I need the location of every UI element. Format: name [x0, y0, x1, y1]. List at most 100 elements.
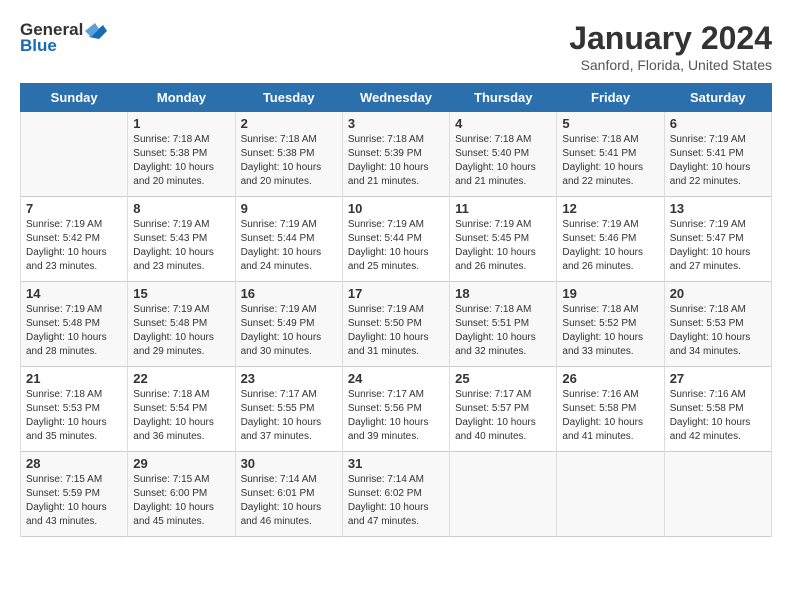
calendar-header-row: Sunday Monday Tuesday Wednesday Thursday… [21, 84, 772, 112]
logo-icon [85, 21, 107, 39]
logo-text-blue: Blue [20, 36, 57, 56]
day-number: 22 [133, 371, 229, 386]
day-content: Sunrise: 7:18 AM Sunset: 5:54 PM Dayligh… [133, 388, 229, 444]
month-year-title: January 2024 [569, 20, 772, 57]
col-thursday: Thursday [450, 84, 557, 112]
table-row: 6 Sunrise: 7:19 AM Sunset: 5:41 PM Daylig… [664, 112, 771, 197]
table-row: 27 Sunrise: 7:16 AM Sunset: 5:58 PM Dayli… [664, 367, 771, 452]
day-number: 24 [348, 371, 444, 386]
day-number: 16 [241, 286, 337, 301]
location-subtitle: Sanford, Florida, United States [569, 57, 772, 73]
col-friday: Friday [557, 84, 664, 112]
day-number: 20 [670, 286, 766, 301]
table-row: 31Sunrise: 7:14 AM Sunset: 6:02 PM Dayli… [342, 452, 449, 537]
day-number: 11 [455, 201, 551, 216]
table-row: 22 Sunrise: 7:18 AM Sunset: 5:54 PM Dayli… [128, 367, 235, 452]
day-number: 25 [455, 371, 551, 386]
table-row [21, 112, 128, 197]
table-row: 23Sunrise: 7:17 AM Sunset: 5:55 PM Dayli… [235, 367, 342, 452]
calendar-week-row: 14Sunrise: 7:19 AM Sunset: 5:48 PM Dayli… [21, 282, 772, 367]
day-number: 21 [26, 371, 122, 386]
day-content: Sunrise: 7:18 AM Sunset: 5:40 PM Dayligh… [455, 133, 551, 189]
day-content: Sunrise: 7:19 AM Sunset: 5:48 PM Dayligh… [133, 303, 229, 359]
day-content: Sunrise: 7:15 AM Sunset: 6:00 PM Dayligh… [133, 473, 229, 529]
table-row: 25 Sunrise: 7:17 AM Sunset: 5:57 PM Dayli… [450, 367, 557, 452]
day-content: Sunrise: 7:14 AM Sunset: 6:01 PM Dayligh… [241, 473, 337, 529]
day-content: Sunrise: 7:19 AM Sunset: 5:50 PM Dayligh… [348, 303, 444, 359]
table-row: 3Sunrise: 7:18 AM Sunset: 5:39 PM Daylig… [342, 112, 449, 197]
day-number: 23 [241, 371, 337, 386]
day-number: 31 [348, 456, 444, 471]
day-number: 28 [26, 456, 122, 471]
table-row: 21 Sunrise: 7:18 AM Sunset: 5:53 PM Dayli… [21, 367, 128, 452]
day-content: Sunrise: 7:19 AM Sunset: 5:46 PM Dayligh… [562, 218, 658, 274]
col-monday: Monday [128, 84, 235, 112]
table-row: 16 Sunrise: 7:19 AM Sunset: 5:49 PM Dayli… [235, 282, 342, 367]
day-content: Sunrise: 7:19 AM Sunset: 5:49 PM Dayligh… [241, 303, 337, 359]
day-number: 17 [348, 286, 444, 301]
day-content: Sunrise: 7:16 AM Sunset: 5:58 PM Dayligh… [670, 388, 766, 444]
day-content: Sunrise: 7:18 AM Sunset: 5:51 PM Dayligh… [455, 303, 551, 359]
day-content: Sunrise: 7:18 AM Sunset: 5:38 PM Dayligh… [133, 133, 229, 189]
table-row: 30 Sunrise: 7:14 AM Sunset: 6:01 PM Dayli… [235, 452, 342, 537]
day-number: 18 [455, 286, 551, 301]
logo: General Blue [20, 20, 107, 56]
day-content: Sunrise: 7:18 AM Sunset: 5:53 PM Dayligh… [26, 388, 122, 444]
day-content: Sunrise: 7:19 AM Sunset: 5:44 PM Dayligh… [241, 218, 337, 274]
day-content: Sunrise: 7:18 AM Sunset: 5:52 PM Dayligh… [562, 303, 658, 359]
table-row: 8Sunrise: 7:19 AM Sunset: 5:43 PM Daylig… [128, 197, 235, 282]
day-number: 15 [133, 286, 229, 301]
day-content: Sunrise: 7:17 AM Sunset: 5:57 PM Dayligh… [455, 388, 551, 444]
table-row: 18 Sunrise: 7:18 AM Sunset: 5:51 PM Dayli… [450, 282, 557, 367]
day-content: Sunrise: 7:19 AM Sunset: 5:47 PM Dayligh… [670, 218, 766, 274]
table-row: 5 Sunrise: 7:18 AM Sunset: 5:41 PM Daylig… [557, 112, 664, 197]
table-row: 4 Sunrise: 7:18 AM Sunset: 5:40 PM Daylig… [450, 112, 557, 197]
table-row: 14Sunrise: 7:19 AM Sunset: 5:48 PM Dayli… [21, 282, 128, 367]
day-number: 12 [562, 201, 658, 216]
table-row [450, 452, 557, 537]
table-row: 19 Sunrise: 7:18 AM Sunset: 5:52 PM Dayli… [557, 282, 664, 367]
day-content: Sunrise: 7:19 AM Sunset: 5:43 PM Dayligh… [133, 218, 229, 274]
table-row: 26Sunrise: 7:16 AM Sunset: 5:58 PM Dayli… [557, 367, 664, 452]
page-header: General Blue January 2024 Sanford, Flori… [20, 20, 772, 73]
table-row [664, 452, 771, 537]
table-row: 9Sunrise: 7:19 AM Sunset: 5:44 PM Daylig… [235, 197, 342, 282]
table-row: 7 Sunrise: 7:19 AM Sunset: 5:42 PM Daylig… [21, 197, 128, 282]
day-number: 29 [133, 456, 229, 471]
day-number: 6 [670, 116, 766, 131]
day-number: 5 [562, 116, 658, 131]
day-number: 26 [562, 371, 658, 386]
calendar-week-row: 1 Sunrise: 7:18 AM Sunset: 5:38 PM Daylig… [21, 112, 772, 197]
calendar-week-row: 28Sunrise: 7:15 AM Sunset: 5:59 PM Dayli… [21, 452, 772, 537]
col-tuesday: Tuesday [235, 84, 342, 112]
title-block: January 2024 Sanford, Florida, United St… [569, 20, 772, 73]
table-row: 12 Sunrise: 7:19 AM Sunset: 5:46 PM Dayli… [557, 197, 664, 282]
day-number: 1 [133, 116, 229, 131]
day-number: 2 [241, 116, 337, 131]
day-content: Sunrise: 7:19 AM Sunset: 5:45 PM Dayligh… [455, 218, 551, 274]
calendar-week-row: 21 Sunrise: 7:18 AM Sunset: 5:53 PM Dayli… [21, 367, 772, 452]
day-number: 30 [241, 456, 337, 471]
table-row: 15 Sunrise: 7:19 AM Sunset: 5:48 PM Dayli… [128, 282, 235, 367]
day-number: 7 [26, 201, 122, 216]
day-content: Sunrise: 7:18 AM Sunset: 5:53 PM Dayligh… [670, 303, 766, 359]
table-row: 17 Sunrise: 7:19 AM Sunset: 5:50 PM Dayli… [342, 282, 449, 367]
day-content: Sunrise: 7:19 AM Sunset: 5:42 PM Dayligh… [26, 218, 122, 274]
day-content: Sunrise: 7:17 AM Sunset: 5:56 PM Dayligh… [348, 388, 444, 444]
col-wednesday: Wednesday [342, 84, 449, 112]
table-row: 1 Sunrise: 7:18 AM Sunset: 5:38 PM Daylig… [128, 112, 235, 197]
day-number: 10 [348, 201, 444, 216]
table-row: 20 Sunrise: 7:18 AM Sunset: 5:53 PM Dayli… [664, 282, 771, 367]
day-content: Sunrise: 7:19 AM Sunset: 5:48 PM Dayligh… [26, 303, 122, 359]
day-number: 4 [455, 116, 551, 131]
day-number: 13 [670, 201, 766, 216]
day-content: Sunrise: 7:19 AM Sunset: 5:41 PM Dayligh… [670, 133, 766, 189]
day-content: Sunrise: 7:18 AM Sunset: 5:38 PM Dayligh… [241, 133, 337, 189]
day-number: 27 [670, 371, 766, 386]
table-row: 29 Sunrise: 7:15 AM Sunset: 6:00 PM Dayli… [128, 452, 235, 537]
day-content: Sunrise: 7:18 AM Sunset: 5:41 PM Dayligh… [562, 133, 658, 189]
table-row: 10Sunrise: 7:19 AM Sunset: 5:44 PM Dayli… [342, 197, 449, 282]
calendar-week-row: 7 Sunrise: 7:19 AM Sunset: 5:42 PM Daylig… [21, 197, 772, 282]
day-number: 19 [562, 286, 658, 301]
table-row: 24 Sunrise: 7:17 AM Sunset: 5:56 PM Dayli… [342, 367, 449, 452]
